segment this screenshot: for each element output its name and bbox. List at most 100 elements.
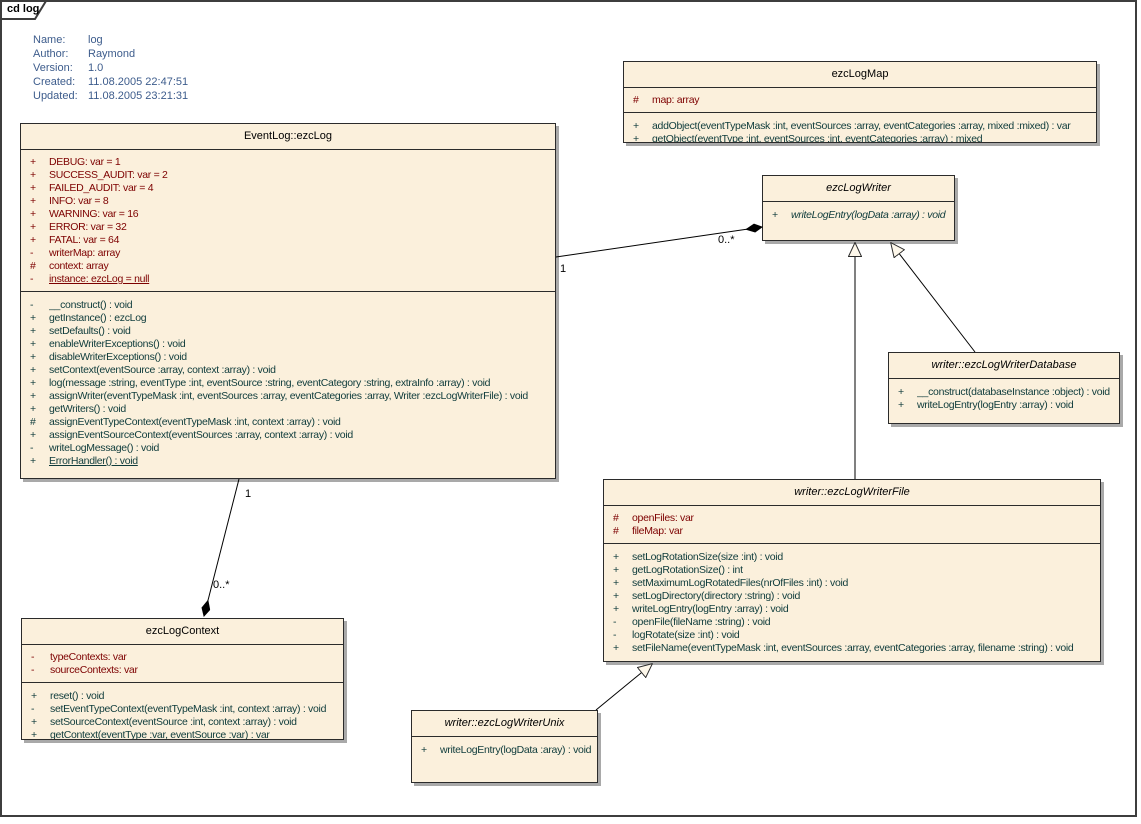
method-text: getContext(eventType :var, eventSource :… <box>50 729 343 739</box>
method-row: +disableWriterExceptions() : void <box>21 351 555 364</box>
attribute-text: instance: ezcLog = null <box>49 273 555 286</box>
visibility-symbol: + <box>21 208 49 221</box>
method-text: openFile(fileName :string) : void <box>632 616 1100 629</box>
method-row: +setContext(eventSource :array, context … <box>21 364 555 377</box>
method-row: +getInstance() : ezcLog <box>21 312 555 325</box>
method-row: +setDefaults() : void <box>21 325 555 338</box>
class-box-eventlog-ezclog[interactable]: EventLog::ezcLog+DEBUG: var = 1+SUCCESS_… <box>20 123 556 479</box>
visibility-symbol: - <box>21 247 49 260</box>
class-box-ezclogcontext[interactable]: ezcLogContext-typeContexts: var-sourceCo… <box>21 618 344 740</box>
visibility-symbol: + <box>889 386 917 399</box>
visibility-symbol: + <box>624 120 652 133</box>
visibility-symbol: # <box>604 525 632 538</box>
class-title: EventLog::ezcLog <box>21 124 555 149</box>
method-row: -writeLogMessage() : void <box>21 442 555 455</box>
method-text: disableWriterExceptions() : void <box>49 351 555 364</box>
attribute-row: #context: array <box>21 260 555 273</box>
visibility-symbol: + <box>21 455 49 468</box>
class-box-ezclogwriterfile[interactable]: writer::ezcLogWriterFile#openFiles: var#… <box>603 479 1101 662</box>
methods-compartment: +writeLogEntry(logData :aray) : void <box>412 736 597 782</box>
diagram-canvas: cd log Name:logAuthor:RaymondVersion:1.0… <box>0 0 1141 824</box>
visibility-symbol: + <box>21 156 49 169</box>
method-text: writeLogMessage() : void <box>49 442 555 455</box>
class-box-ezclogwriterunix[interactable]: writer::ezcLogWriterUnix+writeLogEntry(l… <box>411 710 598 783</box>
methods-compartment: +addObject(eventTypeMask :int, eventSour… <box>624 112 1096 142</box>
method-text: logRotate(size :int) : void <box>632 629 1100 642</box>
visibility-symbol: + <box>21 338 49 351</box>
method-row: +writeLogEntry(logData :aray) : void <box>412 744 597 757</box>
method-text: writeLogEntry(logEntry :array) : void <box>917 399 1119 412</box>
visibility-symbol: - <box>21 273 49 286</box>
visibility-symbol: + <box>21 195 49 208</box>
visibility-symbol: # <box>604 512 632 525</box>
method-text: __construct(databaseInstance :object) : … <box>917 386 1119 399</box>
class-title: writer::ezcLogWriterDatabase <box>889 353 1119 378</box>
attribute-text: FAILED_AUDIT: var = 4 <box>49 182 555 195</box>
visibility-symbol: + <box>21 390 49 403</box>
method-text: setFileName(eventTypeMask :int, eventSou… <box>632 642 1100 655</box>
method-text: setEventTypeContext(eventTypeMask :int, … <box>50 703 343 716</box>
method-row: +addObject(eventTypeMask :int, eventSour… <box>624 120 1096 133</box>
method-row: #assignEventTypeContext(eventTypeMask :i… <box>21 416 555 429</box>
attribute-row: +DEBUG: var = 1 <box>21 156 555 169</box>
method-text: assignEventSourceContext(eventSources :a… <box>49 429 555 442</box>
attribute-row: -writerMap: array <box>21 247 555 260</box>
method-text: ErrorHandler() : void <box>49 455 555 468</box>
visibility-symbol: + <box>412 744 440 757</box>
visibility-symbol: + <box>604 642 632 655</box>
attribute-text: ERROR: var = 32 <box>49 221 555 234</box>
attribute-text: DEBUG: var = 1 <box>49 156 555 169</box>
visibility-symbol: + <box>21 182 49 195</box>
attribute-text: FATAL: var = 64 <box>49 234 555 247</box>
frame-tab-label: cd log <box>7 3 39 15</box>
method-text: getWriters() : void <box>49 403 555 416</box>
attribute-text: sourceContexts: var <box>50 664 343 677</box>
method-text: setContext(eventSource :array, context :… <box>49 364 555 377</box>
class-box-ezclogwriterdatabase[interactable]: writer::ezcLogWriterDatabase+__construct… <box>888 352 1120 424</box>
method-row: +writeLogEntry(logEntry :array) : void <box>889 399 1119 412</box>
class-layer: EventLog::ezcLog+DEBUG: var = 1+SUCCESS_… <box>0 0 1141 824</box>
methods-compartment: +setLogRotationSize(size :int) : void+ge… <box>604 543 1100 661</box>
class-box-ezclogwriter[interactable]: ezcLogWriter+writeLogEntry(logData :arra… <box>762 175 955 241</box>
class-title: ezcLogWriter <box>763 176 954 201</box>
method-row: +getObject(eventType :int, eventSources … <box>624 133 1096 142</box>
method-row: +__construct(databaseInstance :object) :… <box>889 386 1119 399</box>
class-title: ezcLogMap <box>624 62 1096 87</box>
attribute-text: openFiles: var <box>632 512 1100 525</box>
attribute-text: writerMap: array <box>49 247 555 260</box>
attribute-row: -sourceContexts: var <box>22 664 343 677</box>
attribute-row: -instance: ezcLog = null <box>21 273 555 286</box>
method-text: getInstance() : ezcLog <box>49 312 555 325</box>
attribute-row: +FATAL: var = 64 <box>21 234 555 247</box>
attribute-row: #openFiles: var <box>604 512 1100 525</box>
methods-compartment: +writeLogEntry(logData :array) : void <box>763 201 954 240</box>
method-text: setMaximumLogRotatedFiles(nrOfFiles :int… <box>632 577 1100 590</box>
method-row: +setLogDirectory(directory :string) : vo… <box>604 590 1100 603</box>
method-row: +ErrorHandler() : void <box>21 455 555 468</box>
method-row: +setMaximumLogRotatedFiles(nrOfFiles :in… <box>604 577 1100 590</box>
attribute-row: #fileMap: var <box>604 525 1100 538</box>
visibility-symbol: + <box>21 221 49 234</box>
visibility-symbol: - <box>22 703 50 716</box>
visibility-symbol: - <box>22 664 50 677</box>
method-text: setLogRotationSize(size :int) : void <box>632 551 1100 564</box>
method-row: +assignEventSourceContext(eventSources :… <box>21 429 555 442</box>
visibility-symbol: + <box>22 729 50 739</box>
method-text: reset() : void <box>50 690 343 703</box>
method-text: setSourceContext(eventSource :int, conte… <box>50 716 343 729</box>
method-text: getLogRotationSize() : int <box>632 564 1100 577</box>
attributes-compartment: -typeContexts: var-sourceContexts: var <box>22 644 343 682</box>
method-text: log(message :string, eventType :int, eve… <box>49 377 555 390</box>
method-row: -openFile(fileName :string) : void <box>604 616 1100 629</box>
attribute-text: WARNING: var = 16 <box>49 208 555 221</box>
visibility-symbol: # <box>21 260 49 273</box>
method-text: writeLogEntry(logData :aray) : void <box>440 744 597 757</box>
method-row: +assignWriter(eventTypeMask :int, eventS… <box>21 390 555 403</box>
attribute-row: +SUCCESS_AUDIT: var = 2 <box>21 169 555 182</box>
class-box-ezclogmap[interactable]: ezcLogMap#map: array +addObject(eventType… <box>623 61 1097 143</box>
class-title: writer::ezcLogWriterFile <box>604 480 1100 505</box>
attributes-compartment: #map: array <box>624 87 1096 112</box>
visibility-symbol: + <box>21 364 49 377</box>
visibility-symbol: - <box>22 651 50 664</box>
attribute-text: fileMap: var <box>632 525 1100 538</box>
